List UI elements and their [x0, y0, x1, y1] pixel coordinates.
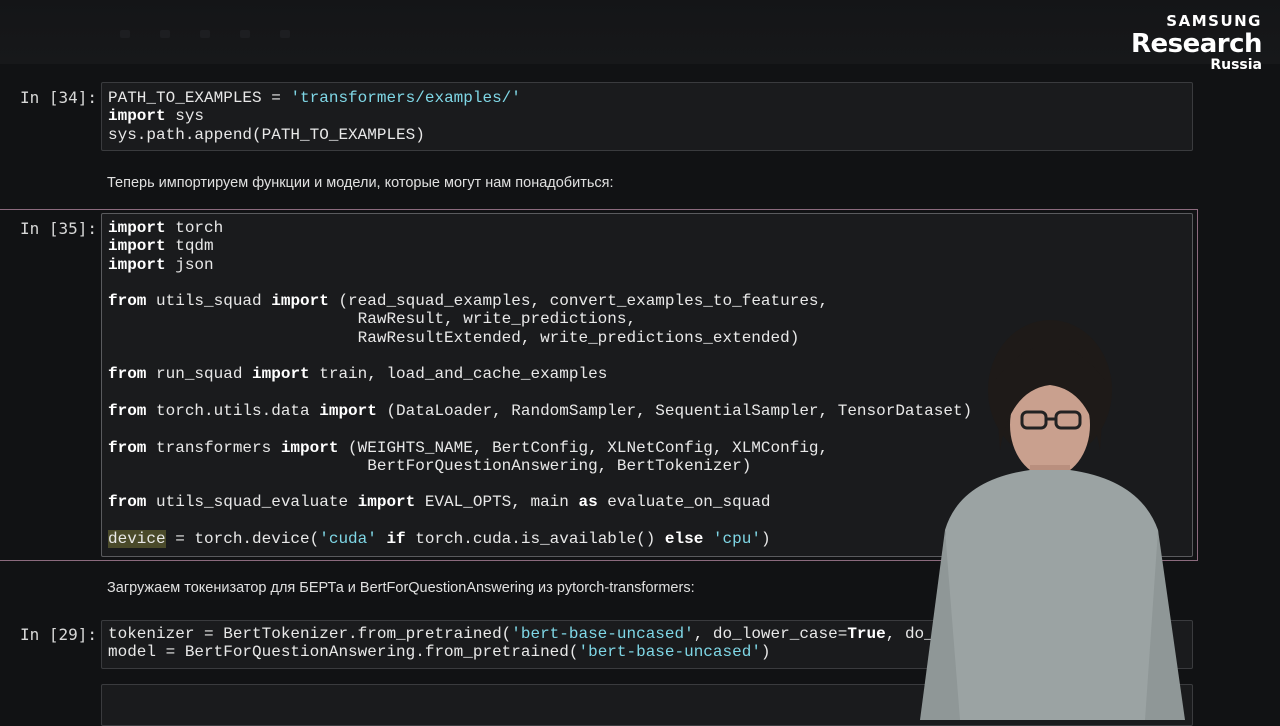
code-token: EVAL_OPTS, main — [415, 493, 579, 512]
cell-prompt-35: In [35]: — [20, 219, 98, 238]
code-token: import — [357, 493, 416, 512]
code-line: sys.path.append(PATH_TO_EXAMPLES) — [108, 126, 1186, 144]
code-token: ) — [760, 643, 771, 662]
toolbar-button[interactable] — [240, 30, 250, 38]
code-token: import — [108, 237, 166, 256]
markdown-cell-2: Загружаем токенизатор для БЕРТа и BertFo… — [107, 580, 695, 596]
toolbar-button[interactable] — [120, 30, 130, 38]
code-token: BertForQuestionAnswering, BertTokenizer) — [108, 456, 752, 475]
code-token: sys — [165, 107, 205, 126]
toolbar-button[interactable] — [160, 30, 170, 38]
code-token: as — [578, 493, 598, 512]
code-token: 'transformers/examples/' — [290, 89, 521, 107]
samsung-research-logo: SAMSUNG Research Russia — [1130, 12, 1263, 73]
code-token: RawResultExtended, write_predictions_ext… — [108, 328, 800, 347]
code-token: evaluate_on_squad — [597, 493, 771, 512]
code-line: import json — [108, 256, 1186, 274]
code-token: 'cpu' — [712, 530, 761, 549]
cell-prompt-34: In [34]: — [20, 88, 98, 107]
toolbar-button[interactable] — [200, 30, 210, 38]
code-line: PATH_TO_EXAMPLES = 'transformers/example… — [108, 89, 1186, 107]
code-line: import torch — [108, 219, 1186, 237]
code-editor[interactable]: PATH_TO_EXAMPLES = 'transformers/example… — [102, 83, 1192, 144]
code-token: import — [252, 365, 310, 384]
toolbar — [0, 0, 1280, 64]
code-token: transformers — [146, 438, 281, 457]
code-token: = torch.device( — [165, 530, 320, 549]
code-token: from — [108, 292, 147, 311]
code-token: 'bert-base-uncased' — [578, 643, 761, 662]
code-cell-34[interactable]: PATH_TO_EXAMPLES = 'transformers/example… — [101, 82, 1193, 151]
code-token: 'bert-base-uncased' — [511, 625, 694, 643]
code-line: from utils_squad import (read_squad_exam… — [108, 292, 1186, 310]
code-token: import — [108, 255, 166, 274]
code-token: torch — [165, 219, 224, 237]
code-token: import — [280, 438, 339, 457]
logo-line-1: SAMSUNG — [1166, 12, 1262, 30]
code-token: torch.utils.data — [146, 401, 320, 420]
code-token: (DataLoader, RandomSampler, SequentialSa… — [376, 401, 973, 420]
markdown-cell-1: Теперь импортируем функции и модели, кот… — [107, 175, 614, 191]
code-token: device — [108, 530, 166, 549]
code-token: from — [108, 401, 147, 420]
cell-prompt-29: In [29]: — [20, 625, 98, 644]
code-token: utils_squad_evaluate — [146, 493, 358, 512]
toolbar-button[interactable] — [280, 30, 290, 38]
code-token: import — [108, 107, 166, 126]
code-token: from — [108, 493, 147, 512]
code-token: (read_squad_examples, convert_examples_t… — [328, 292, 829, 311]
code-token: tqdm — [165, 237, 214, 256]
code-token: 'cuda' — [319, 530, 377, 549]
code-token: from — [108, 365, 147, 384]
code-token: RawResult, write_predictions, — [108, 310, 637, 329]
code-token: (WEIGHTS_NAME, BertConfig, XLNetConfig, … — [338, 438, 829, 457]
code-token: import — [108, 219, 166, 237]
code-token: sys.path.append(PATH_TO_EXAMPLES) — [108, 125, 425, 144]
code-token: model = BertForQuestionAnswering.from_pr… — [108, 643, 579, 662]
code-token: if — [386, 530, 406, 549]
presenter-video-overlay — [920, 320, 1185, 720]
code-token: , do_lower_case= — [693, 625, 848, 643]
code-token: else — [664, 530, 704, 549]
code-token: from — [108, 438, 147, 457]
code-token: json — [165, 255, 214, 274]
code-line: import sys — [108, 107, 1186, 125]
code-token: tokenizer = BertTokenizer.from_pretraine… — [108, 625, 512, 643]
code-token: train, load_and_cache_examples — [309, 365, 608, 384]
logo-line-3: Russia — [1210, 57, 1262, 73]
code-line: import tqdm — [108, 237, 1186, 255]
code-token: torch.cuda.is_available() — [405, 530, 665, 549]
code-token: import — [271, 292, 329, 311]
code-token: PATH_TO_EXAMPLES = — [108, 89, 291, 107]
code-token: utils_squad — [146, 292, 272, 311]
code-token: run_squad — [146, 365, 253, 384]
code-token: ) — [760, 530, 771, 549]
logo-line-2: Research — [1130, 29, 1263, 59]
code-token: True — [847, 625, 886, 643]
code-token: import — [319, 401, 377, 420]
